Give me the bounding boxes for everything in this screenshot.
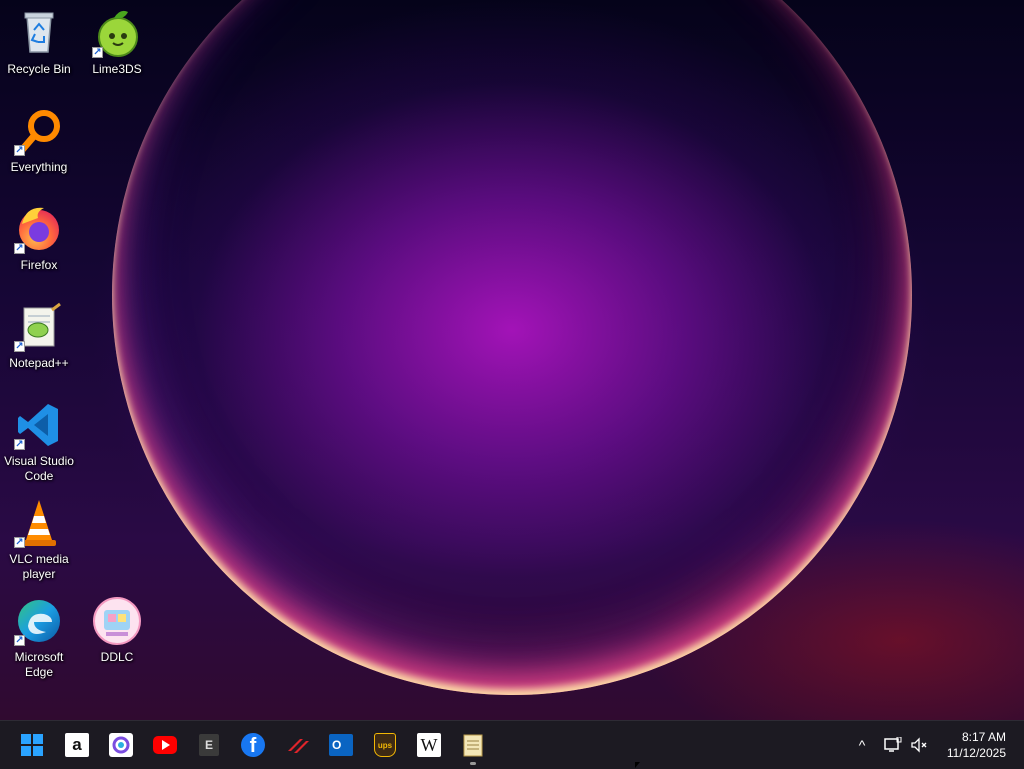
firefox-icon: ↗ — [14, 204, 64, 254]
clock-time: 8:17 AM — [961, 730, 1006, 744]
desktop-icon-label: DDLC — [100, 650, 134, 664]
desktop-icon-label: Microsoft Edge — [14, 650, 64, 679]
mouse-cursor-icon — [635, 762, 640, 768]
desktop-icon-recycle-bin[interactable]: Recycle Bin — [1, 4, 77, 77]
desktop-icon-vlc[interactable]: ↗ VLC media player — [1, 494, 77, 582]
desktop-icon-label: Lime3DS — [92, 62, 142, 76]
desktop-icon-vscode[interactable]: ↗ Visual Studio Code — [1, 396, 77, 484]
taskbar-outlook-button[interactable]: O — [327, 731, 355, 759]
vlc-icon: ↗ — [14, 498, 64, 548]
notepad-icon — [463, 734, 483, 757]
taskbar-clock[interactable]: 8:17 AM 11/12/2025 — [947, 729, 1006, 761]
amazon-icon: a — [65, 733, 89, 757]
taskbar-facebook-button[interactable]: f — [239, 731, 267, 759]
taskbar-red-app-button[interactable] — [284, 731, 312, 759]
everything-search-icon: ↗ — [14, 106, 64, 156]
lime3ds-icon: ↗ — [92, 8, 142, 58]
taskbar-epic-games-button[interactable]: E — [195, 731, 223, 759]
shortcut-arrow-icon: ↗ — [14, 537, 25, 548]
desktop-icon-label: Recycle Bin — [7, 62, 71, 76]
clock-date: 11/12/2025 — [946, 746, 1006, 760]
shortcut-arrow-icon: ↗ — [14, 243, 25, 254]
desktop-icon-notepadpp[interactable]: ↗ Notepad++ — [1, 298, 77, 371]
desktop-icon-label: Notepad++ — [9, 356, 69, 370]
shortcut-arrow-icon: ↗ — [14, 145, 25, 156]
taskbar-copilot-button[interactable] — [107, 731, 135, 759]
outlook-icon: O — [329, 734, 353, 756]
running-indicator — [470, 762, 476, 765]
taskbar-amazon-button[interactable]: a — [63, 731, 91, 759]
desktop-icon-everything[interactable]: ↗ Everything — [1, 102, 77, 175]
taskbar: a E f O ups W ^ 8:17 AM 11/12/2025 — [0, 720, 1024, 769]
desktop-icon-label: Everything — [10, 160, 68, 174]
desktop-icon-ddlc[interactable]: DDLC — [79, 592, 155, 665]
taskbar-ups-button[interactable]: ups — [371, 731, 399, 759]
shortcut-arrow-icon: ↗ — [92, 47, 103, 58]
taskbar-youtube-button[interactable] — [151, 731, 179, 759]
windows-start-icon — [21, 734, 43, 756]
recycle-bin-icon — [14, 8, 64, 58]
desktop-icon-lime3ds[interactable]: ↗ Lime3DS — [79, 4, 155, 77]
desktop-icon-label: Visual Studio Code — [4, 454, 74, 483]
start-button[interactable] — [18, 731, 46, 759]
network-icon[interactable] — [883, 735, 903, 755]
copilot-icon — [109, 733, 133, 757]
taskbar-wikipedia-button[interactable]: W — [415, 731, 443, 759]
desktop-icon-label: VLC media player — [9, 552, 69, 581]
edge-icon: ↗ — [14, 596, 64, 646]
red-app-icon — [288, 739, 309, 753]
shortcut-arrow-icon: ↗ — [14, 439, 25, 450]
vscode-icon: ↗ — [14, 400, 64, 450]
taskbar-notepad-button[interactable] — [459, 731, 487, 759]
shortcut-arrow-icon: ↗ — [14, 635, 25, 646]
volume-muted-icon[interactable] — [909, 735, 929, 755]
ups-icon: ups — [374, 733, 396, 757]
desktop-icon-edge[interactable]: ↗ Microsoft Edge — [1, 592, 77, 680]
facebook-icon: f — [241, 733, 265, 757]
ddlc-icon — [92, 596, 142, 646]
wikipedia-icon: W — [417, 733, 441, 757]
notepad-plus-plus-icon: ↗ — [14, 302, 64, 352]
youtube-icon — [153, 736, 177, 754]
show-hidden-icons-chevron-icon[interactable]: ^ — [852, 735, 872, 755]
desktop-icon-firefox[interactable]: ↗ Firefox — [1, 200, 77, 273]
shortcut-arrow-icon: ↗ — [14, 341, 25, 352]
epic-games-icon: E — [199, 734, 219, 756]
wallpaper-orb — [112, 0, 912, 695]
desktop-icon-label: Firefox — [20, 258, 58, 272]
